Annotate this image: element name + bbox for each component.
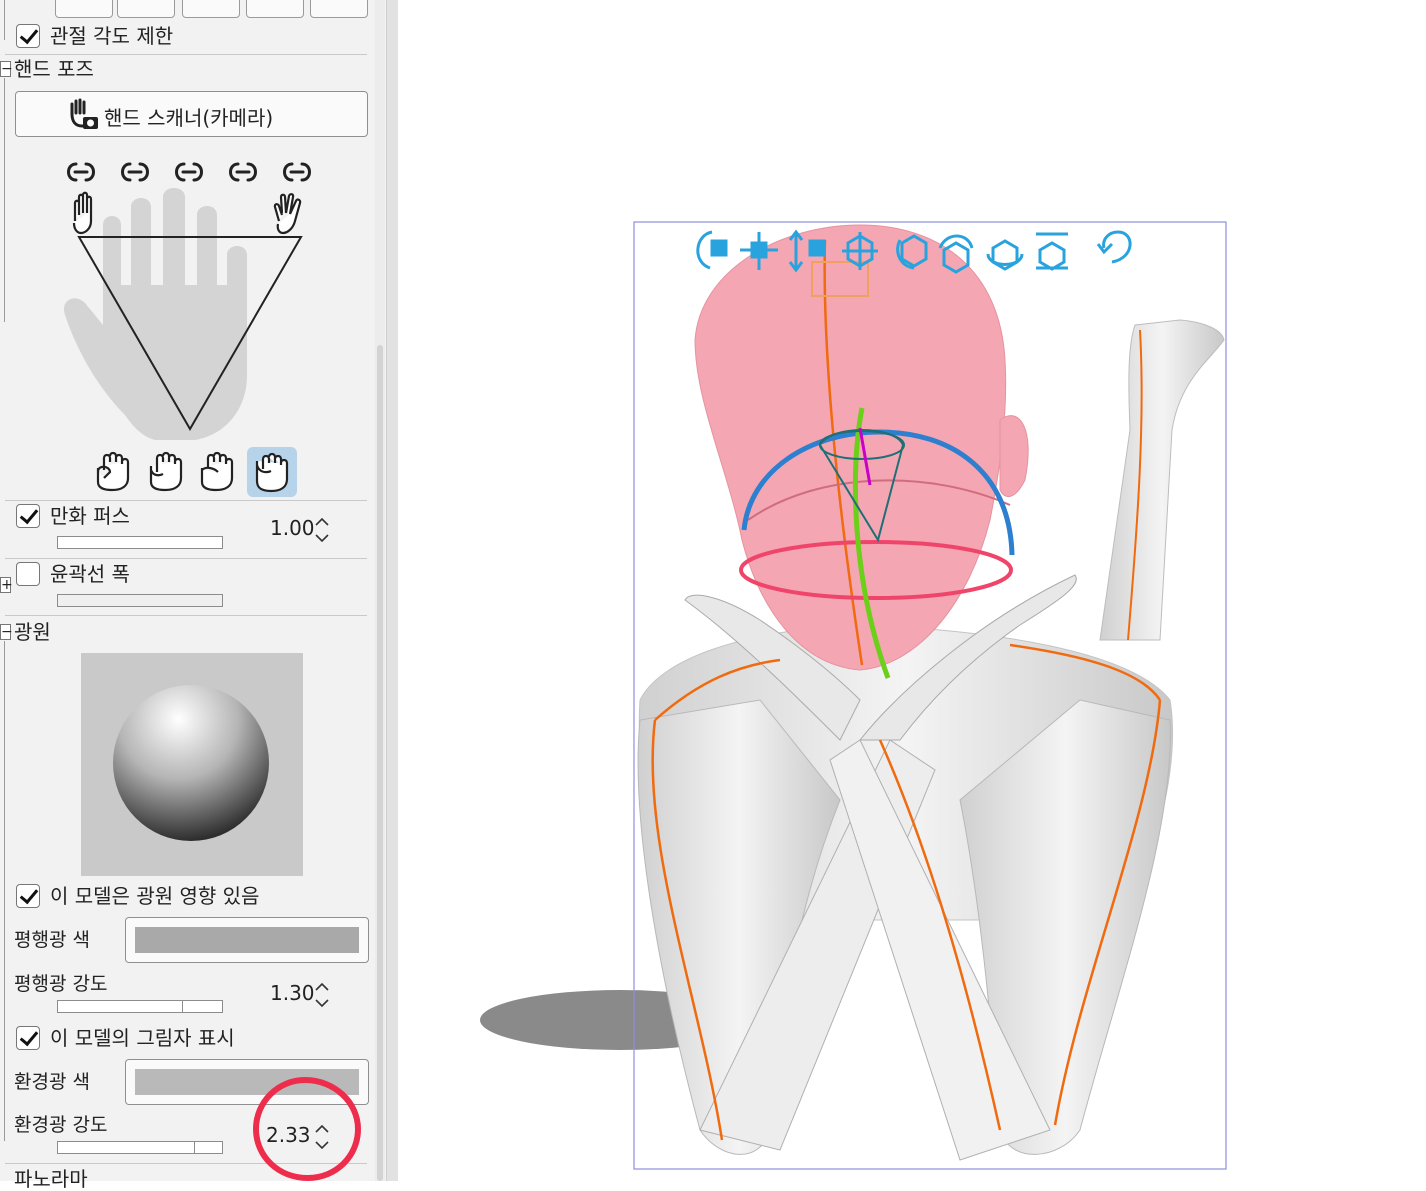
manga-perspective-slider[interactable]: [57, 536, 223, 549]
fist-icon: [149, 451, 183, 492]
rotate-camera-icon[interactable]: [696, 230, 728, 270]
grip-preset-1[interactable]: [90, 448, 136, 494]
toolbar-button[interactable]: [182, 0, 240, 18]
outline-width-slider[interactable]: [57, 594, 223, 607]
link-icon[interactable]: [283, 162, 311, 182]
grip-preset-4[interactable]: [247, 447, 297, 497]
tree-line: [4, 641, 5, 1141]
tree-line: [4, 78, 5, 322]
hand-pose-pad[interactable]: [55, 185, 325, 445]
outline-width-label: 윤곽선 폭: [50, 562, 130, 586]
section-title-hand-pose: 핸드 포즈: [14, 57, 94, 81]
directional-intensity-value[interactable]: 1.30: [270, 981, 315, 1005]
divider: [5, 558, 367, 559]
toolbar-button[interactable]: [117, 0, 175, 18]
light-affected-checkbox[interactable]: [16, 884, 40, 908]
grip-preset-3[interactable]: [196, 448, 242, 494]
grip-preset-2[interactable]: [143, 448, 189, 494]
link-icon[interactable]: [67, 162, 95, 182]
joint-limit-checkbox[interactable]: [16, 24, 40, 48]
manga-perspective-label: 만화 퍼스: [50, 504, 130, 528]
directional-intensity-slider[interactable]: [57, 1000, 223, 1013]
directional-color-label: 평행광 색: [14, 929, 90, 951]
directional-color-picker[interactable]: [125, 917, 369, 963]
link-icon[interactable]: [175, 162, 203, 182]
collapse-toggle[interactable]: −: [0, 61, 13, 77]
hand-scanner-label: 핸드 스캐너(카메라): [104, 106, 274, 130]
manga-perspective-checkbox[interactable]: [16, 504, 40, 528]
ambient-intensity-slider[interactable]: [57, 1141, 223, 1154]
directional-intensity-label: 평행광 강도: [14, 973, 108, 995]
ambient-color-label: 환경광 색: [14, 1071, 90, 1093]
outline-width-checkbox[interactable]: [16, 562, 40, 586]
annotation-circle: [252, 1077, 362, 1181]
tree-line: [4, 0, 5, 40]
collapse-toggle[interactable]: −: [0, 624, 13, 640]
rotate-x-icon[interactable]: [986, 239, 1024, 271]
spin-arrows-icon[interactable]: [314, 980, 330, 1010]
spread-hand-icon: [273, 193, 302, 235]
selected-head[interactable]: [694, 224, 1007, 671]
divider: [5, 615, 367, 616]
show-shadow-label: 이 모델의 그림자 표시: [50, 1026, 235, 1050]
spin-arrows-icon[interactable]: [314, 515, 330, 545]
light-affected-label: 이 모델은 광원 영향 있음: [50, 884, 260, 908]
open-hand-icon: [72, 191, 93, 235]
undo-icon[interactable]: [1096, 230, 1132, 264]
3d-settings-panel: 관절 각도 제한 − 핸드 포즈 핸드 스캐너(카메라) 만화 퍼스 1.00 …: [0, 0, 386, 1191]
toolbar-button[interactable]: [310, 0, 368, 18]
section-title-light: 광원: [14, 620, 51, 644]
manga-perspective-value[interactable]: 1.00: [270, 516, 315, 540]
divider: [5, 500, 367, 501]
place-on-floor-icon[interactable]: [1036, 232, 1068, 271]
canvas-viewport[interactable]: [398, 0, 1426, 1181]
light-direction-pad[interactable]: [81, 653, 303, 876]
show-shadow-checkbox[interactable]: [16, 1026, 40, 1050]
joint-limit-label: 관절 각도 제한: [50, 24, 174, 48]
3d-model-scene[interactable]: [398, 0, 1426, 1181]
section-title-panorama: 파노라마: [14, 1167, 88, 1191]
hand-scanner-button[interactable]: 핸드 스캐너(카메라): [15, 91, 368, 137]
fist-icon: [255, 452, 289, 493]
raised-leg: [1099, 319, 1225, 641]
divider: [5, 54, 367, 55]
ambient-intensity-label: 환경광 강도: [14, 1114, 108, 1136]
toolbar-button[interactable]: [55, 0, 113, 18]
fist-icon: [96, 451, 130, 492]
hand-camera-icon: [70, 98, 98, 129]
directional-color-swatch: [135, 927, 359, 953]
link-icon[interactable]: [229, 162, 257, 182]
finger-lock-links: [67, 162, 311, 182]
link-icon[interactable]: [121, 162, 149, 182]
scrollbar-thumb[interactable]: [377, 345, 383, 1181]
light-sphere-preview: [113, 685, 269, 841]
toolbar-button[interactable]: [246, 0, 304, 18]
fist-icon: [200, 451, 234, 492]
expand-toggle[interactable]: +: [0, 577, 13, 593]
